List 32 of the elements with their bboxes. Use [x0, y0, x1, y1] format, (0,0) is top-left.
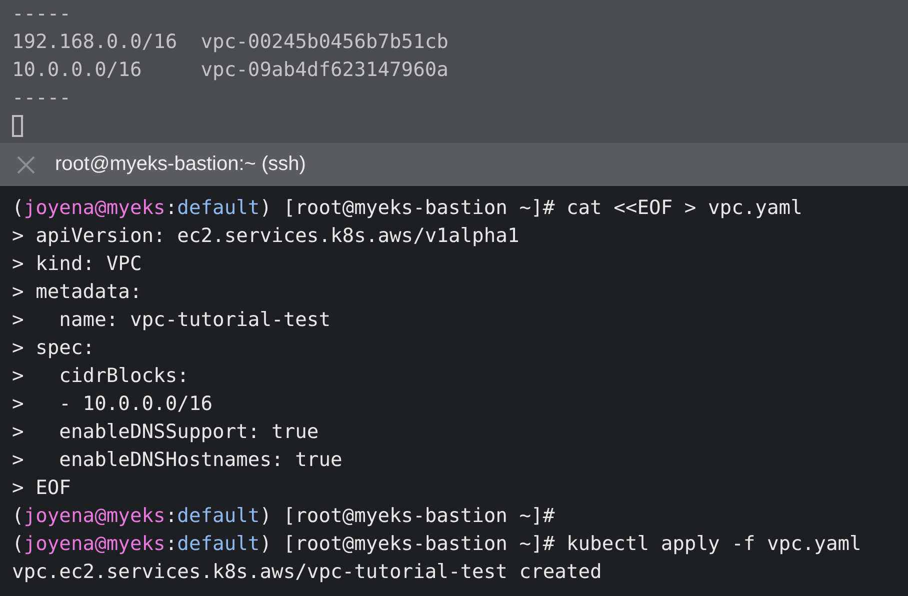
- output-line: -----: [12, 85, 71, 111]
- prompt-text: joyena@myeks: [24, 503, 166, 529]
- close-icon[interactable]: [17, 156, 35, 174]
- output-line: > spec:: [12, 335, 95, 361]
- tab-title[interactable]: root@myeks-bastion:~ (ssh): [55, 153, 306, 176]
- output-line: > EOF: [12, 475, 71, 501]
- output-line: > name: vpc-tutorial-test: [12, 307, 331, 333]
- output-line: > cidrBlocks:: [12, 363, 189, 389]
- output-line: > - 10.0.0.0/16: [12, 391, 213, 417]
- output-line: > enableDNSSupport: true: [12, 419, 319, 445]
- prompt-text: :: [165, 531, 178, 557]
- output-line: > enableDNSHostnames: true: [12, 447, 342, 473]
- prompt-text: ) [root@myeks-bastion ~]#: [260, 503, 555, 529]
- prompt-text: default: [177, 531, 260, 557]
- output-line: 10.0.0.0/16 vpc-09ab4df623147960a: [12, 57, 448, 83]
- output-line: 192.168.0.0/16 vpc-00245b0456b7b51cb: [12, 29, 448, 55]
- prompt-text: (: [12, 503, 24, 529]
- prompt-text: joyena@myeks: [24, 195, 166, 221]
- output-line: vpc.ec2.services.k8s.aws/vpc-tutorial-test created: [12, 559, 602, 585]
- prompt-text: :: [165, 195, 178, 221]
- prompt-text: (: [12, 195, 24, 221]
- prompt-text: ) [root@myeks-bastion ~]# kubectl apply -f vpc.yaml: [260, 531, 862, 557]
- prompt-text: joyena@myeks: [24, 531, 166, 557]
- output-line: -----: [12, 1, 71, 27]
- output-line: > metadata:: [12, 279, 142, 305]
- output-line: > kind: VPC: [12, 251, 142, 277]
- prompt-text: (: [12, 531, 24, 557]
- prompt-text: default: [177, 503, 260, 529]
- prompt-text: :: [165, 503, 178, 529]
- output-line: > apiVersion: ec2.services.k8s.aws/v1alpha1: [12, 223, 520, 249]
- prompt-text: default: [177, 195, 260, 221]
- prompt-text: ) [root@myeks-bastion ~]# cat <<EOF > vpc.yaml: [260, 195, 802, 221]
